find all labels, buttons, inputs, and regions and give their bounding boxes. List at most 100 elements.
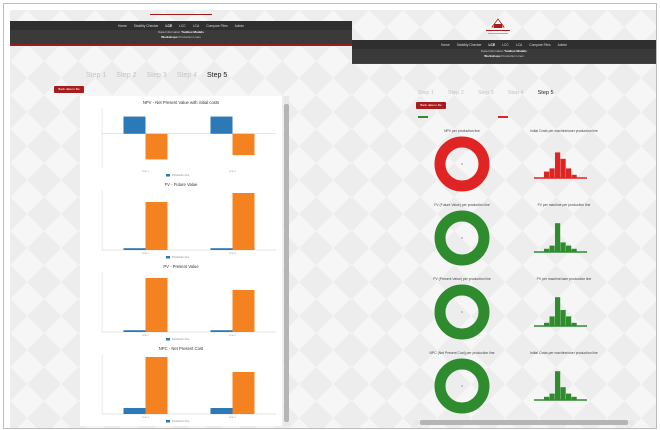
histogram-bar[interactable] [566, 316, 572, 326]
x-tick-label: Line 1 [142, 416, 149, 419]
donut-center [461, 237, 463, 239]
scrollbar-thumb[interactable] [284, 104, 289, 422]
bar[interactable] [123, 116, 146, 134]
nav-item-admin[interactable]: Admin [558, 43, 567, 47]
panel-scrollbar[interactable] [284, 96, 289, 426]
histogram-bar[interactable] [566, 168, 572, 178]
legend-label: Production line [172, 337, 190, 341]
nav-item-admin[interactable]: Admin [235, 24, 244, 28]
subnav-value[interactable]: Toolbox Models [504, 49, 527, 53]
subnav-label[interactable]: Workshops [484, 54, 500, 58]
step-2[interactable]: Step 2 [116, 72, 136, 79]
subnav-value[interactable]: Toolbox Models [181, 30, 204, 34]
chart-1: NPV - Net Present Value with initial cos… [101, 100, 276, 177]
x-tick-label: Line 1 [142, 170, 149, 173]
metric-right-title: PV per machine/user production line [537, 277, 592, 281]
bar[interactable] [145, 278, 168, 332]
bad-legend-bar [498, 116, 508, 118]
histogram-bar[interactable] [566, 393, 572, 400]
histogram-bar[interactable] [560, 242, 566, 252]
legend-swatch [166, 338, 170, 341]
bar[interactable] [210, 408, 233, 414]
horizontal-scrollbar[interactable] [414, 420, 634, 425]
bar[interactable] [145, 202, 168, 250]
sub-navbar: Data Information Toolbox Models Workshop… [10, 30, 352, 45]
back-data-button[interactable]: Back data to file [54, 86, 84, 93]
histogram-bar[interactable] [555, 297, 561, 326]
histogram-bar[interactable] [555, 152, 561, 178]
nav-item-compare-files[interactable]: Compare Files [529, 43, 550, 47]
step-2[interactable]: Step 2 [448, 90, 464, 96]
sub-navbar: Data Information Toolbox Models Workshop… [352, 49, 656, 64]
step-5[interactable]: Step 5 [538, 90, 554, 96]
nav-item-home[interactable]: Home [118, 24, 127, 28]
histogram-bar[interactable] [560, 158, 566, 178]
chart-3: PV - Present Value Line 1 Line 2 Production… [101, 264, 276, 341]
nav-item-lce[interactable]: LCE [489, 43, 496, 47]
bar[interactable] [232, 193, 255, 250]
bar[interactable] [145, 133, 168, 160]
subnav-label: Data Information [481, 49, 504, 53]
step-4[interactable]: Step 4 [177, 72, 197, 79]
step-4[interactable]: Step 4 [508, 90, 524, 96]
nav-item-stability-checker[interactable]: Stability Checker [134, 24, 159, 28]
bar[interactable] [210, 116, 233, 134]
nav-item-lcc[interactable]: LCC [179, 24, 186, 28]
subnav-label[interactable]: Workshops [161, 35, 177, 39]
scrollbar-thumb[interactable] [420, 420, 628, 425]
nav-item-lca[interactable]: LCA [516, 43, 522, 47]
metric-row-3: PV (Present Value) per production line PV… [433, 277, 592, 340]
metric-right-title: Initial Costs per machine/user productio… [530, 351, 598, 355]
step-1[interactable]: Step 1 [418, 90, 434, 96]
step-indicator: Step 1 Step 2 Step 3 Step 4 Step 5 [86, 72, 227, 79]
legend-label: Production line [172, 255, 190, 259]
divider [10, 45, 352, 46]
bar[interactable] [210, 330, 233, 332]
histogram-bar[interactable] [544, 171, 550, 178]
bar[interactable] [123, 330, 146, 332]
histogram-bar[interactable] [549, 168, 555, 178]
company-logo [478, 15, 518, 37]
bar[interactable] [123, 248, 146, 250]
nav-item-lca[interactable]: LCA [193, 24, 199, 28]
histogram-bar[interactable] [549, 393, 555, 400]
metric-right-title: FV per machine per production line [538, 203, 591, 207]
screenshot-frame: Home Stability Checker LCE LCC LCA Compare Fi… [3, 3, 657, 429]
subnav-value: Production Lines [178, 35, 201, 39]
chart-2: FV - Future Value Line 1 Line 2 Production … [101, 182, 276, 259]
histogram-bar[interactable] [549, 245, 555, 252]
metric-row-1: NPV per production line Initial Costs per… [434, 129, 598, 192]
charts-svg: NPV - Net Present Value with initial cos… [101, 100, 276, 423]
bar[interactable] [232, 133, 255, 156]
bar[interactable] [232, 290, 255, 332]
back-data-button[interactable]: Back data to file [416, 102, 446, 109]
step-3[interactable]: Step 3 [478, 90, 494, 96]
nav-item-lce[interactable]: LCE [166, 24, 173, 28]
bar[interactable] [123, 408, 146, 414]
nav-item-lcc[interactable]: LCC [502, 43, 509, 47]
nav-item-stability-checker[interactable]: Stability Checker [457, 43, 482, 47]
histogram-bar[interactable] [560, 310, 566, 326]
histogram-bar[interactable] [566, 245, 572, 252]
nav-item-compare-files[interactable]: Compare Files [206, 24, 227, 28]
bar[interactable] [145, 357, 168, 414]
x-tick-label: Line 2 [229, 252, 236, 255]
step-5[interactable]: Step 5 [207, 72, 227, 79]
histogram-bar[interactable] [549, 316, 555, 326]
chart-title: FV - Future Value [165, 182, 198, 187]
nav-item-home[interactable]: Home [441, 43, 450, 47]
donut-center [461, 311, 463, 313]
bar[interactable] [210, 248, 233, 250]
main-navbar: Home Stability Checker LCE LCC LCA Compare Fi… [10, 21, 352, 30]
metrics-panel: NPV per production line Initial Costs per… [414, 124, 632, 420]
histogram-bar[interactable] [560, 387, 566, 400]
histogram-bar[interactable] [555, 371, 561, 400]
bar[interactable] [232, 372, 255, 414]
x-tick-label: Line 1 [142, 334, 149, 337]
metric-right-title: Initial Costs per machine/user productio… [530, 129, 598, 133]
histogram-bar[interactable] [555, 223, 561, 252]
metric-row-2: FV (Future Value) per production line FV … [434, 203, 591, 266]
step-1[interactable]: Step 1 [86, 72, 106, 79]
step-3[interactable]: Step 3 [147, 72, 167, 79]
header-logo-line [150, 14, 212, 15]
